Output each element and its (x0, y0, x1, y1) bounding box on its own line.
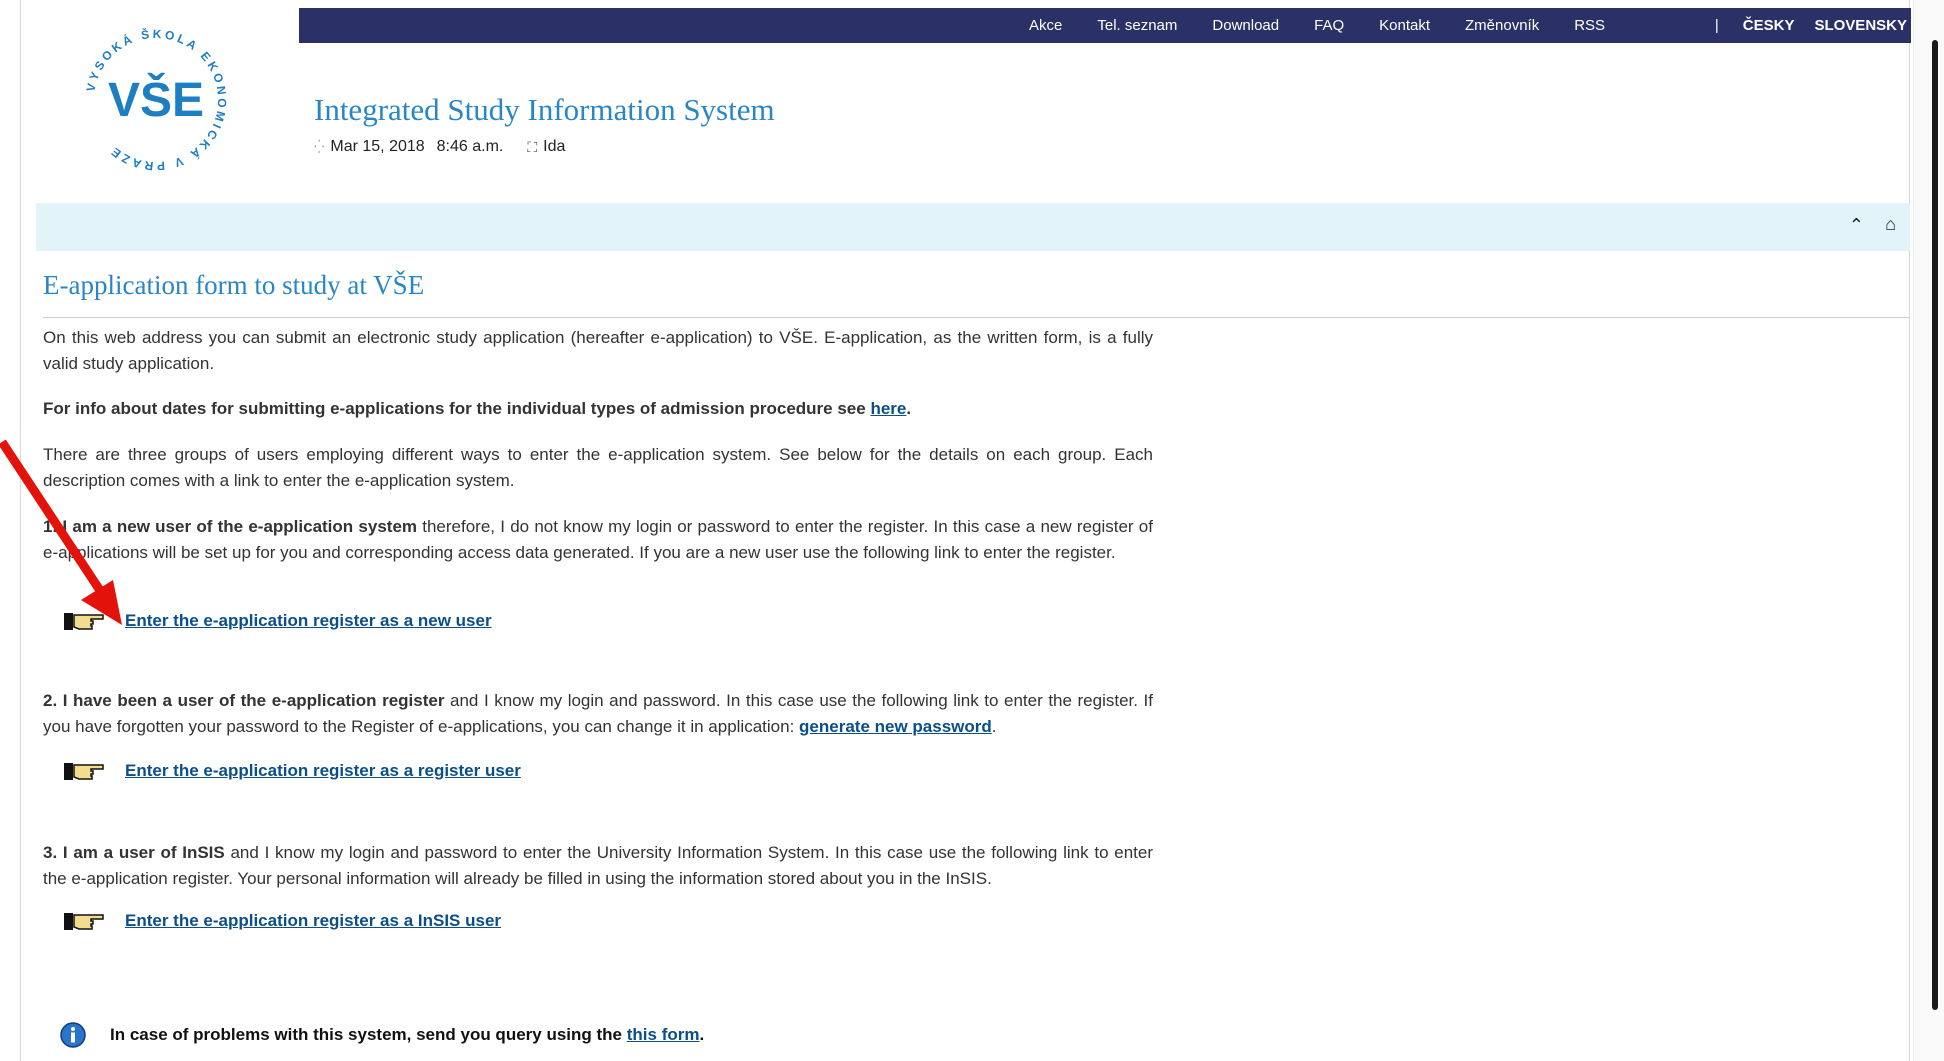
system-title: Integrated Study Information System (314, 92, 775, 127)
nav-link-download[interactable]: Download (1212, 17, 1279, 34)
scrollbar-thumb[interactable] (1932, 40, 1938, 1010)
red-arrow-annotation (0, 440, 122, 625)
session-date: Mar 15, 2018 (330, 138, 425, 155)
nav-links: Akce Tel. seznam Download FAQ Kontakt Zm… (1029, 17, 1605, 34)
logo-text: VŠE (108, 72, 204, 127)
help-text-wrap: In case of problems with this system, se… (110, 1025, 705, 1044)
dates-text: For info about dates for submitting e-ap… (43, 399, 866, 418)
help-form-link[interactable]: this form (627, 1025, 700, 1044)
info-icon (60, 1022, 86, 1048)
nav-link-zmenovnik[interactable]: Změnovník (1465, 17, 1539, 34)
user-icon: ⛶ (527, 138, 538, 155)
lang-slovensky[interactable]: SLOVENSKY (1814, 17, 1907, 34)
pointing-hand-icon (64, 913, 104, 930)
intro-paragraph: On this web address you can submit an el… (43, 328, 1153, 373)
session-user[interactable]: Ida (543, 138, 565, 156)
session-info: ⁛ Mar 15, 2018 8:46 a.m. ⛶ Ida (314, 138, 565, 156)
pointing-hand-icon (64, 763, 104, 780)
help-text: In case of problems with this system, se… (110, 1025, 623, 1044)
groups-paragraph: There are three groups of users employin… (43, 445, 1153, 490)
enter-register-user-link[interactable]: Enter the e-application register as a re… (125, 758, 521, 784)
group2-link-row: Enter the e-application register as a re… (63, 758, 521, 784)
dates-link[interactable]: here (870, 399, 906, 418)
nav-link-rss[interactable]: RSS (1574, 17, 1605, 34)
group2-heading: 2. I have been a user of the e-applicati… (43, 691, 445, 710)
title-divider (43, 317, 1910, 318)
toolbar-strip: ⌃ ⌂ (36, 203, 1910, 251)
nav-link-faq[interactable]: FAQ (1314, 17, 1344, 34)
nav-link-akce[interactable]: Akce (1029, 17, 1062, 34)
lang-cesky[interactable]: ČESKY (1743, 17, 1795, 34)
enter-new-user-link[interactable]: Enter the e-application register as a ne… (125, 608, 492, 634)
scroll-up-icon[interactable]: ⌃ (1849, 215, 1864, 236)
language-switcher: | ČESKY SLOVENSKY (1715, 17, 1907, 34)
group2-paragraph: 2. I have been a user of the e-applicati… (43, 691, 1153, 736)
vse-logo[interactable]: VYSOKÁ ŠKOLA EKONOMICKÁ V PRAZE VŠE (74, 18, 238, 182)
enter-insis-user-link[interactable]: Enter the e-application register as a In… (125, 908, 501, 934)
home-icon[interactable]: ⌂ (1885, 214, 1896, 235)
group3-heading: 3. I am a user of InSIS (43, 843, 225, 862)
top-navigation: Akce Tel. seznam Download FAQ Kontakt Zm… (299, 8, 1911, 43)
page-title: E-application form to study at VŠE (43, 270, 425, 300)
generate-password-link[interactable]: generate new password (799, 717, 992, 736)
nav-link-kontakt[interactable]: Kontakt (1379, 17, 1430, 34)
nav-link-tel-seznam[interactable]: Tel. seznam (1097, 17, 1177, 34)
session-time: 8:46 a.m. (436, 138, 504, 155)
dates-paragraph: For info about dates for submitting e-ap… (43, 399, 912, 418)
group3-paragraph: 3. I am a user of InSIS and I know my lo… (43, 840, 1153, 892)
group1-paragraph: 1. I am a new user of the e-application … (43, 514, 1153, 566)
nav-separator: | (1714, 17, 1719, 34)
scrollbar[interactable] (1913, 0, 1944, 1061)
help-row: In case of problems with this system, se… (60, 1022, 704, 1048)
clock-icon: ⁛ (314, 139, 325, 154)
group3-link-row: Enter the e-application register as a In… (63, 908, 501, 934)
